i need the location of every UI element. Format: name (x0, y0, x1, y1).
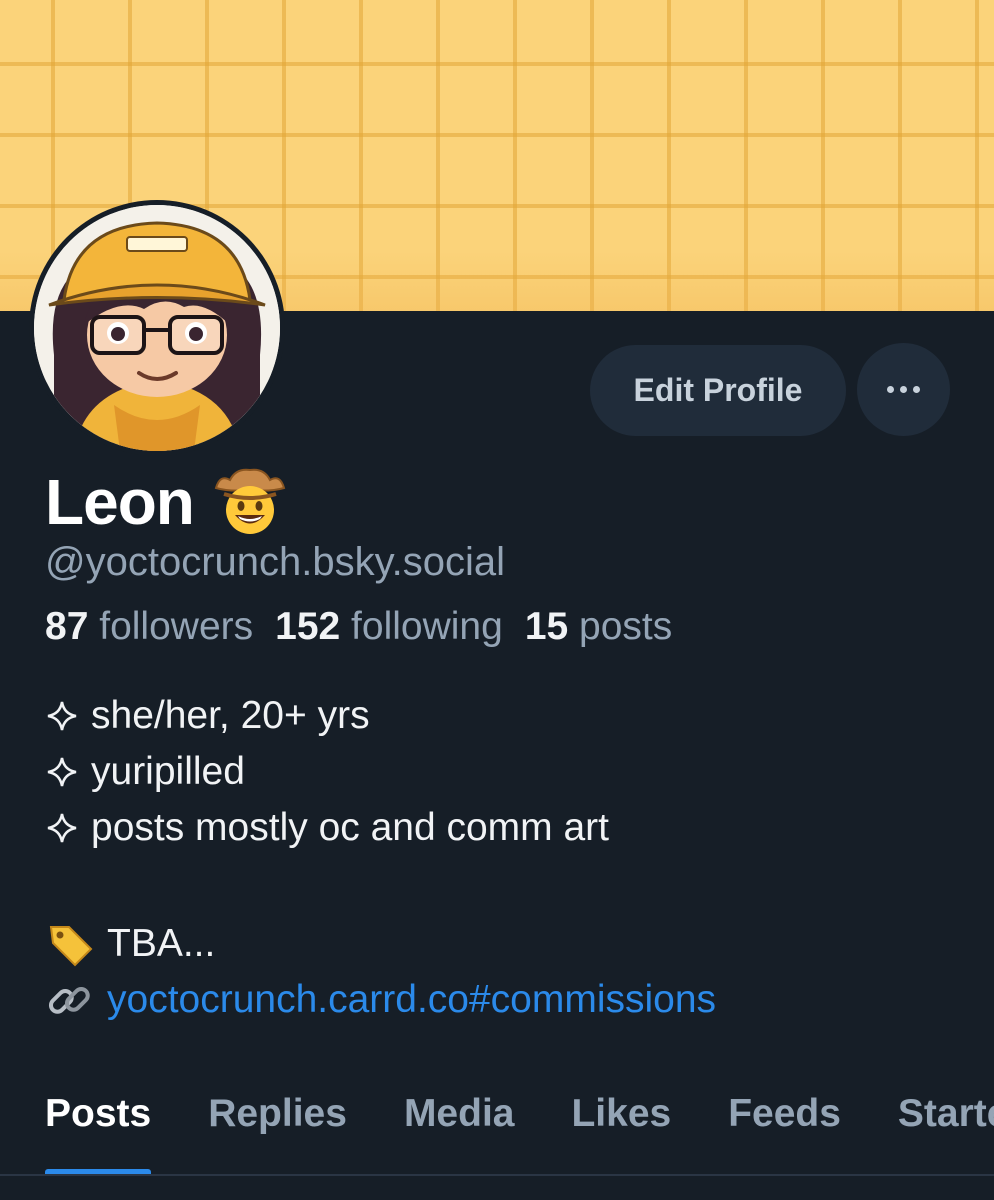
label-tag-icon (49, 926, 93, 967)
posts-stat: 15 posts (525, 605, 672, 648)
commissions-link[interactable]: yoctocrunch.carrd.co#commissions (107, 978, 716, 1022)
ellipsis-icon (887, 386, 894, 393)
profile-bio: she/her, 20+ yrs yuripilled posts mostly… (45, 688, 716, 1028)
tab-label: Media (403, 1092, 515, 1135)
tab-label: Posts (45, 1092, 152, 1135)
sparkle-icon (47, 701, 77, 731)
tab-label: Feeds (728, 1092, 841, 1135)
display-name: Leon (45, 466, 195, 538)
bio-text: posts mostly oc and comm art (91, 806, 610, 849)
tab-feeds[interactable]: Feeds (728, 1080, 841, 1174)
bio-text: she/her, 20+ yrs (91, 694, 370, 737)
avatar-image (34, 205, 280, 451)
edit-profile-button[interactable]: Edit Profile (590, 345, 846, 436)
following-label: following (351, 605, 503, 648)
posts-label: posts (579, 605, 673, 648)
tab-label: Starter Packs (897, 1092, 994, 1135)
posts-count: 15 (524, 605, 569, 648)
profile-stats: 87 followers 152 following 15 posts (45, 605, 672, 649)
bio-tag-line: TBA... (45, 916, 716, 972)
active-tab-indicator (45, 1169, 152, 1174)
bio-text: yuripilled (91, 750, 245, 793)
tab-posts[interactable]: Posts (45, 1080, 152, 1174)
bio-tag-text: TBA... (107, 922, 216, 965)
tab-label: Replies (208, 1092, 347, 1135)
link-chain-icon (48, 986, 90, 1014)
bio-line: she/her, 20+ yrs (45, 688, 716, 744)
sparkle-icon (47, 813, 77, 843)
tab-starter-packs[interactable]: Starter Packs (897, 1080, 994, 1174)
sparkle-icon (47, 757, 77, 787)
ellipsis-dot (913, 386, 920, 393)
avatar[interactable] (29, 200, 285, 456)
cowboy-face-emoji-icon (214, 468, 286, 534)
tab-replies[interactable]: Replies (208, 1080, 347, 1174)
tab-likes[interactable]: Likes (571, 1080, 672, 1174)
followers-label: followers (99, 605, 254, 648)
followers-count: 87 (45, 605, 89, 648)
following-link[interactable]: 152 following (275, 605, 503, 648)
tab-label: Likes (571, 1092, 672, 1135)
tab-media[interactable]: Media (403, 1080, 515, 1174)
bio-line: yuripilled (45, 744, 716, 800)
following-count: 152 (275, 605, 341, 648)
profile-tabs: Posts Replies Media Likes Feeds Starter … (0, 1080, 994, 1176)
display-name-row: Leon (45, 466, 290, 538)
bio-line: posts mostly oc and comm art (45, 800, 716, 856)
ellipsis-dot (900, 386, 907, 393)
followers-link[interactable]: 87 followers (45, 605, 253, 648)
bio-link-line: yoctocrunch.carrd.co#commissions (45, 972, 716, 1028)
more-options-button[interactable] (857, 343, 950, 436)
bio-spacer (45, 856, 716, 912)
profile-handle: @yoctocrunch.bsky.social (45, 540, 506, 584)
